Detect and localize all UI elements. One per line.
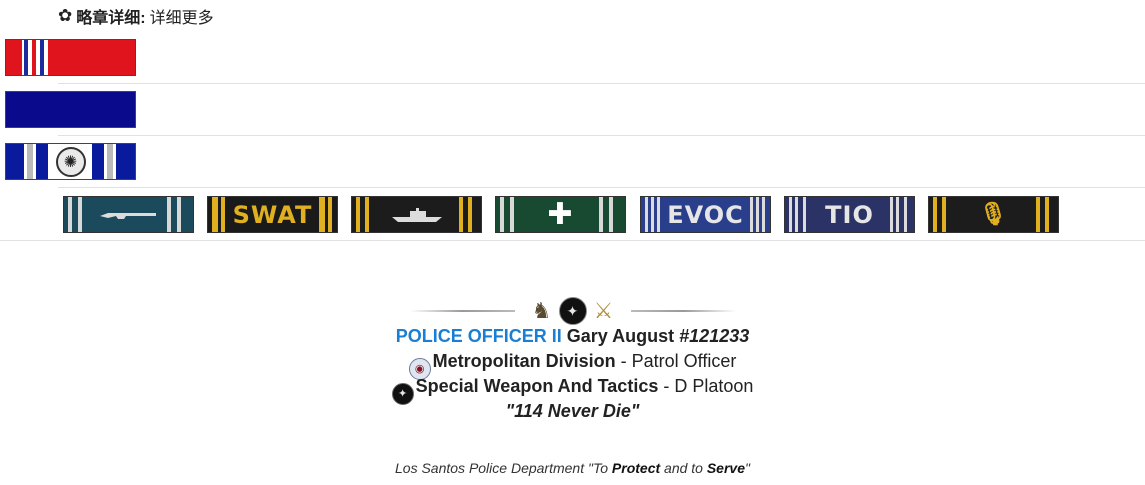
unit-role: - D Platoon (658, 376, 754, 396)
red-white-blue-ribbon (5, 39, 136, 76)
division-name: Metropolitan Division (432, 351, 616, 371)
badge-number: #121233 (679, 326, 750, 346)
division-role: - Patrol Officer (615, 351, 737, 371)
department-footer: Los Santos Police Department "To Protect… (0, 460, 1145, 476)
ribbon-divider (58, 83, 1145, 84)
motto: "114 Never Die" (505, 401, 640, 421)
decorative-rule (630, 310, 736, 312)
gear-icon: ✿ (58, 6, 73, 25)
signature-icons: ♞ ✦ ⚔ (0, 297, 1145, 325)
shotgun-ribbon (63, 196, 194, 233)
ribbon-divider (58, 187, 1145, 188)
microphone-icon: 🎙 (979, 202, 1008, 227)
blue-silver-emblem-ribbon: ✺ (5, 143, 136, 180)
shotgun-icon (99, 212, 156, 219)
medic-ribbon: ✚ (495, 196, 626, 233)
officer-name: Gary August (566, 326, 675, 346)
decorative-rule (409, 310, 515, 312)
footer-prefix: Los Santos Police Department "To (395, 460, 612, 476)
blue-ribbon (5, 91, 136, 128)
boat-icon (391, 207, 442, 222)
swat-ribbon-label: SWAT (232, 200, 313, 229)
ribbon-divider (58, 135, 1145, 136)
medals-title: 略章详细: (76, 10, 146, 27)
medic-cross-icon: ✚ (547, 197, 574, 232)
radio-ribbon: 🎙 (928, 196, 1059, 233)
boat-ribbon (351, 196, 482, 233)
swat-seal-icon: ✦ (558, 297, 587, 325)
evoc-ribbon-label: EVOC (667, 200, 744, 229)
evoc-ribbon: EVOC (640, 196, 771, 233)
tio-ribbon-label: TIO (825, 200, 874, 229)
officer-line: POLICE OFFICER II Gary August #121233 (0, 326, 1145, 347)
footer-suffix: " (745, 460, 750, 476)
section-divider (0, 240, 1145, 241)
tio-ribbon: TIO (784, 196, 915, 233)
eagle-icon: ⚔ (593, 298, 614, 323)
medals-header: ✿ 略章详细: 详细更多 (58, 5, 214, 27)
emblem-icon: ✺ (55, 146, 86, 177)
tactical-team-icon: ♞ (531, 298, 552, 323)
footer-middle: and to (660, 460, 707, 476)
officer-rank: POLICE OFFICER II (395, 326, 562, 346)
unit-name: Special Weapon And Tactics (415, 376, 659, 396)
medals-subtitle: 详细更多 (149, 10, 214, 27)
footer-serve: Serve (706, 460, 745, 476)
footer-protect: Protect (611, 460, 661, 476)
swat-ribbon: SWAT (207, 196, 338, 233)
